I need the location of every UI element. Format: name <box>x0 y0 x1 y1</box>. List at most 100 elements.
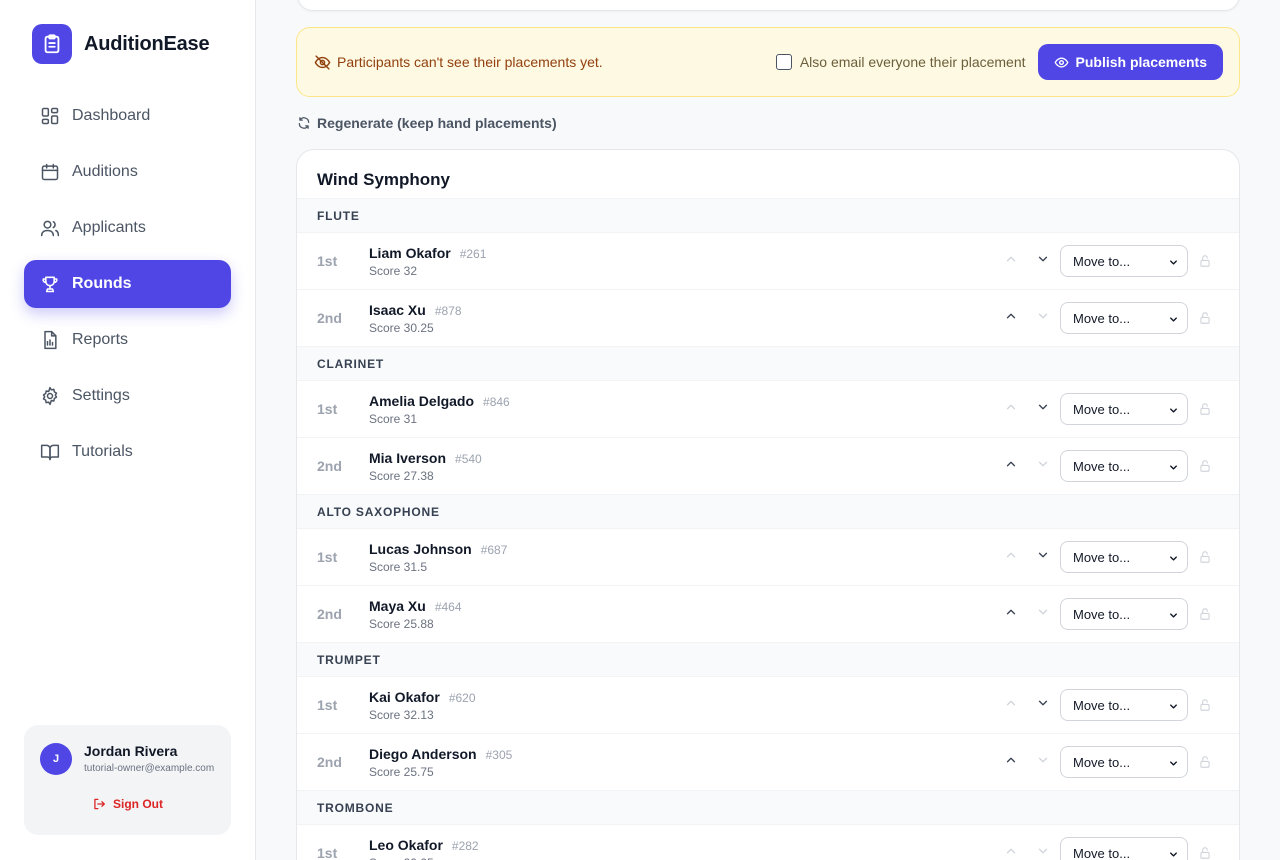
move-up-button[interactable] <box>995 450 1027 482</box>
player-score: Score 30.25 <box>369 320 434 335</box>
chevron-down-icon <box>1036 605 1050 624</box>
player-id: #282 <box>451 838 479 853</box>
move-down-button <box>1027 450 1059 482</box>
move-down-button <box>1027 746 1059 778</box>
player-score: Score 31.5 <box>369 559 428 574</box>
rank-label: 2nd <box>317 458 342 474</box>
move-up-button[interactable] <box>995 746 1027 778</box>
rank-label: 1st <box>317 253 338 269</box>
player-score: Score 25.88 <box>369 616 434 631</box>
nav-label: Rounds <box>72 275 132 292</box>
nav-item-tutorials[interactable]: Tutorials <box>24 428 231 476</box>
lock-icon[interactable] <box>1188 254 1222 268</box>
move-down-button[interactable] <box>1027 541 1059 573</box>
player-info: Kai Okafor #620 Score 32.13 <box>369 689 995 722</box>
move-down-button[interactable] <box>1027 393 1059 425</box>
move-to-select[interactable]: Move to... <box>1060 245 1188 277</box>
player-name: Kai Okafor <box>369 688 440 705</box>
placement-row: 2nd Diego Anderson #305 Score 25.75 Move to.… <box>297 733 1239 790</box>
player-score: Score 32.13 <box>369 707 434 722</box>
player-info: Amelia Delgado #846 Score 31 <box>369 393 995 426</box>
chevron-down-icon <box>1036 457 1050 476</box>
nav-item-rounds[interactable]: Rounds <box>24 260 231 308</box>
eye-icon <box>1053 56 1069 68</box>
ensemble-title: Wind Symphony <box>317 170 451 189</box>
placement-row: 1st Kai Okafor #620 Score 32.13 Move to... <box>297 676 1239 733</box>
banner-actions: Also email everyone their placement Publ… <box>775 44 1223 80</box>
lock-icon[interactable] <box>1188 402 1222 416</box>
sign-out-button[interactable]: Sign Out <box>24 797 231 811</box>
chevron-down-icon <box>1036 696 1050 715</box>
chevron-down-icon <box>1036 753 1050 772</box>
move-to-select[interactable]: Move to... <box>1060 598 1188 630</box>
player-id: #305 <box>485 747 513 762</box>
player-info: Maya Xu #464 Score 25.88 <box>369 598 995 631</box>
move-up-button[interactable] <box>995 598 1027 630</box>
regenerate-button[interactable]: Regenerate (keep hand placements) <box>297 115 557 131</box>
placement-row: 1st Amelia Delgado #846 Score 31 Move to... <box>297 380 1239 437</box>
lock-icon[interactable] <box>1188 550 1222 564</box>
refresh-icon <box>298 117 310 129</box>
gear-icon <box>40 386 60 406</box>
move-down-button[interactable] <box>1027 245 1059 277</box>
move-to-select[interactable]: Move to... <box>1060 393 1188 425</box>
chevron-down-icon <box>1036 400 1050 419</box>
sign-out-label: Sign Out <box>113 797 163 811</box>
chevron-down-icon <box>1036 252 1050 271</box>
player-id: #878 <box>434 303 462 318</box>
nav-label: Tutorials <box>72 443 133 460</box>
trophy-icon <box>40 274 60 294</box>
users-icon <box>40 218 60 238</box>
move-to-value: Move to... <box>1073 253 1131 269</box>
nav-item-settings[interactable]: Settings <box>24 372 231 420</box>
chevron-up-icon <box>1004 457 1018 476</box>
section-header: ALTO SAXOPHONE <box>297 494 1239 528</box>
placement-row: 1st Lucas Johnson #687 Score 31.5 Move to... <box>297 528 1239 585</box>
lock-icon[interactable] <box>1188 846 1222 860</box>
nav-label: Auditions <box>72 163 138 180</box>
move-down-button <box>1027 598 1059 630</box>
report-icon <box>40 330 60 350</box>
lock-icon[interactable] <box>1188 755 1222 769</box>
move-down-button[interactable] <box>1027 689 1059 721</box>
move-to-select[interactable]: Move to... <box>1060 689 1188 721</box>
brand[interactable]: AuditionEase <box>32 24 210 64</box>
email-checkbox-label[interactable]: Also email everyone their placement <box>800 54 1026 70</box>
user-name: Jordan Rivera <box>84 743 178 759</box>
player-info: Diego Anderson #305 Score 25.75 <box>369 746 995 779</box>
nav-item-auditions[interactable]: Auditions <box>24 148 231 196</box>
move-to-select[interactable]: Move to... <box>1060 302 1188 334</box>
publish-placements-button[interactable]: Publish placements <box>1037 44 1223 80</box>
player-info: Isaac Xu #878 Score 30.25 <box>369 302 995 335</box>
move-to-select[interactable]: Move to... <box>1060 541 1188 573</box>
move-to-select[interactable]: Move to... <box>1060 746 1188 778</box>
publish-label: Publish placements <box>1075 54 1207 70</box>
move-to-select[interactable]: Move to... <box>1060 450 1188 482</box>
lock-icon[interactable] <box>1188 607 1222 621</box>
chevron-up-icon <box>1004 696 1018 715</box>
player-name: Liam Okafor <box>369 244 451 261</box>
player-name: Amelia Delgado <box>369 392 475 409</box>
move-up-button <box>995 245 1027 277</box>
nav-item-reports[interactable]: Reports <box>24 316 231 364</box>
move-up-button <box>995 541 1027 573</box>
nav-label: Applicants <box>72 219 146 236</box>
player-name: Diego Anderson <box>369 745 477 762</box>
nav-label: Dashboard <box>72 107 151 124</box>
nav-item-applicants[interactable]: Applicants <box>24 204 231 252</box>
section-header: TRUMPET <box>297 642 1239 676</box>
chevron-up-icon <box>1004 844 1018 860</box>
move-to-select[interactable]: Move to... <box>1060 837 1188 860</box>
lock-icon[interactable] <box>1188 698 1222 712</box>
chevron-up-icon <box>1004 753 1018 772</box>
rank-label: 2nd <box>317 310 342 326</box>
lock-icon[interactable] <box>1188 311 1222 325</box>
player-score: Score 27.38 <box>369 468 434 483</box>
email-checkbox[interactable] <box>775 54 792 70</box>
lock-icon[interactable] <box>1188 459 1222 473</box>
calendar-icon <box>40 162 60 182</box>
nav-item-dashboard[interactable]: Dashboard <box>24 92 231 140</box>
player-id: #620 <box>448 690 476 705</box>
player-info: Mia Iverson #540 Score 27.38 <box>369 450 995 483</box>
move-up-button[interactable] <box>995 302 1027 334</box>
